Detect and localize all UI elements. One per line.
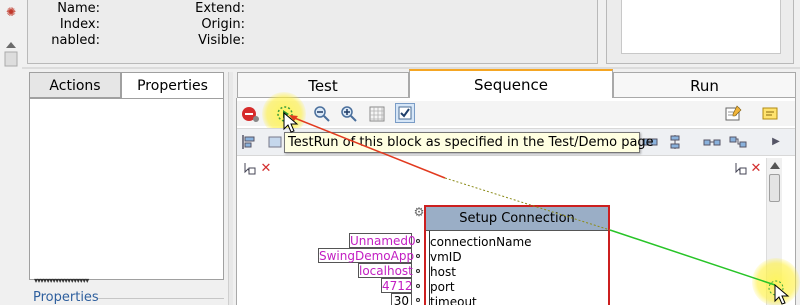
- grid-icon[interactable]: [367, 104, 387, 124]
- tab-actions[interactable]: Actions: [29, 72, 121, 98]
- resize-handle[interactable]: ▾▾▾▾▾▾▾▾▾▾▾▾▾▾▾▾▾▾: [34, 276, 89, 285]
- left-gutter: ✺: [0, 0, 22, 305]
- port-connector[interactable]: [416, 239, 420, 243]
- vertical-splitter[interactable]: [228, 72, 233, 305]
- properties-footer-link[interactable]: Properties: [33, 290, 99, 305]
- origin-label: Origin:: [201, 17, 245, 32]
- param-vmid: vmID: [430, 250, 462, 264]
- target-cursor: [774, 284, 790, 305]
- param-timeout: timeout: [430, 295, 477, 305]
- tab-run[interactable]: Run: [613, 72, 796, 98]
- delete-icon[interactable]: ✕: [257, 160, 275, 178]
- visible-label: Visible:: [198, 33, 245, 48]
- notes-icon[interactable]: [723, 104, 743, 124]
- param-port: port: [430, 280, 455, 294]
- param-host: host: [430, 265, 456, 279]
- zoom-out-icon[interactable]: [312, 104, 332, 124]
- tab-test[interactable]: Test: [237, 72, 409, 98]
- zoom-in-icon[interactable]: [339, 104, 359, 124]
- bug-icon[interactable]: ✺: [4, 5, 18, 19]
- setup-connection-block[interactable]: Setup Connection connectionName vmID hos…: [424, 205, 610, 305]
- value-port[interactable]: 4712: [381, 278, 413, 293]
- scrollbar-thumb[interactable]: [769, 174, 780, 202]
- preview-thumbnail: [621, 0, 781, 54]
- comment-icon[interactable]: [760, 104, 780, 124]
- value-host[interactable]: localhost: [358, 263, 413, 278]
- port-connector[interactable]: [416, 298, 420, 302]
- value-connectionname[interactable]: Unnamed0: [349, 233, 416, 248]
- stop-icon[interactable]: [240, 104, 260, 124]
- block-title: Setup Connection: [426, 207, 608, 231]
- align-center-icon[interactable]: [266, 133, 284, 151]
- properties-list[interactable]: [29, 98, 224, 280]
- preview-panel: [606, 0, 794, 64]
- block-info-panel: Name: Index: nabled: Extend: Origin: Vis…: [27, 0, 598, 64]
- tab-properties[interactable]: Properties: [121, 72, 224, 98]
- align-left-icon[interactable]: [240, 133, 258, 151]
- distribute-icon[interactable]: [666, 133, 684, 151]
- delete-right-icon[interactable]: ✕: [747, 160, 765, 178]
- port-connector[interactable]: [416, 284, 420, 288]
- value-timeout[interactable]: 30: [391, 293, 412, 305]
- mouse-cursor: [283, 112, 299, 133]
- left-scrollbar[interactable]: [3, 40, 19, 260]
- value-vmid[interactable]: SwingDemoApp: [318, 248, 414, 263]
- tab-sequence[interactable]: Sequence: [409, 69, 613, 98]
- param-connectionname: connectionName: [430, 235, 532, 249]
- port-connector[interactable]: [416, 254, 420, 258]
- app-window: ✺ Name: Index: nabled: Extend: Origin: V…: [0, 0, 800, 305]
- extend-label: Extend:: [195, 1, 245, 16]
- branch-icon[interactable]: [729, 133, 747, 151]
- divider: [98, 298, 224, 299]
- port-connector[interactable]: [416, 269, 420, 273]
- checkbox-icon[interactable]: [395, 103, 415, 123]
- connect-icon[interactable]: [703, 133, 721, 151]
- run-block-tooltip: TestRun of this block as specified in th…: [284, 132, 654, 153]
- toolbar-overflow-icon[interactable]: ▶: [767, 133, 785, 151]
